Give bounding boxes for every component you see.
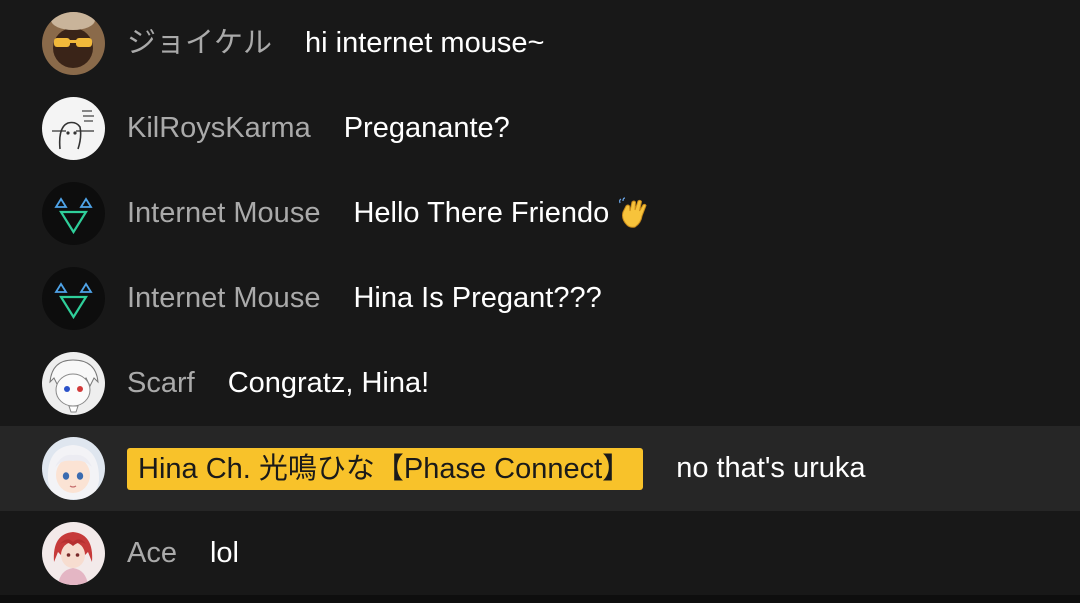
avatar[interactable] [42, 267, 105, 330]
message-text: Hello There Friendo [353, 196, 651, 231]
triangle-mouse-icon [42, 267, 105, 330]
message-text: no that's uruka [676, 454, 865, 483]
anime-girl-avatar-icon [42, 437, 105, 500]
chat-message: Internet Mouse Hello There Friendo [0, 171, 1080, 256]
author-name[interactable]: Internet Mouse [127, 284, 320, 313]
avatar[interactable] [42, 522, 105, 585]
panel-bottom-edge [0, 595, 1080, 603]
avatar[interactable] [42, 437, 105, 500]
sketch-avatar-icon [42, 97, 105, 160]
author-name[interactable]: KilRoysKarma [127, 114, 311, 143]
message-text: Congratz, Hina! [228, 369, 430, 398]
message-body: hi internet mouse~ [305, 27, 545, 59]
owner-author-badge[interactable]: Hina Ch. 光鳴ひな【Phase Connect】 [127, 447, 644, 490]
anime-character-icon [42, 352, 105, 415]
red-hair-character-icon [42, 522, 105, 585]
live-chat-panel: ジョイケル hi internet mouse~ KilRoysKarma Pr… [0, 0, 1080, 603]
message-text: Hina Is Pregant??? [353, 284, 601, 313]
chat-message-owner: Hina Ch. 光鳴ひな【Phase Connect】 no that's u… [0, 426, 1080, 511]
message-body: Congratz, Hina! [227, 367, 430, 399]
avatar[interactable] [42, 352, 105, 415]
message-body: Hina Is Pregant??? [353, 282, 602, 314]
message-body: Preganante? [343, 112, 510, 144]
chat-message: Scarf Congratz, Hina! [0, 341, 1080, 426]
message-body: no that's uruka [676, 452, 866, 484]
message-text: Preganante? [344, 114, 510, 143]
chat-message: ジョイケル hi internet mouse~ [0, 1, 1080, 86]
message-text: lol [210, 539, 239, 568]
avatar-photo-icon [42, 12, 105, 75]
chat-message: Ace lol [0, 511, 1080, 596]
waving-hand-emoji-icon [619, 196, 647, 228]
message-body: lol [209, 537, 239, 569]
author-name[interactable]: Internet Mouse [127, 199, 320, 228]
author-name[interactable]: Ace [127, 539, 177, 568]
triangle-mouse-icon [42, 182, 105, 245]
author-name[interactable]: ジョイケル [127, 29, 272, 58]
avatar[interactable] [42, 12, 105, 75]
message-body: Hello There Friendo [353, 197, 610, 229]
chat-message: Internet Mouse Hina Is Pregant??? [0, 256, 1080, 341]
message-text: hi internet mouse~ [305, 29, 544, 58]
author-name[interactable]: Scarf [127, 369, 195, 398]
avatar[interactable] [42, 97, 105, 160]
chat-message: KilRoysKarma Preganante? [0, 86, 1080, 171]
avatar[interactable] [42, 182, 105, 245]
